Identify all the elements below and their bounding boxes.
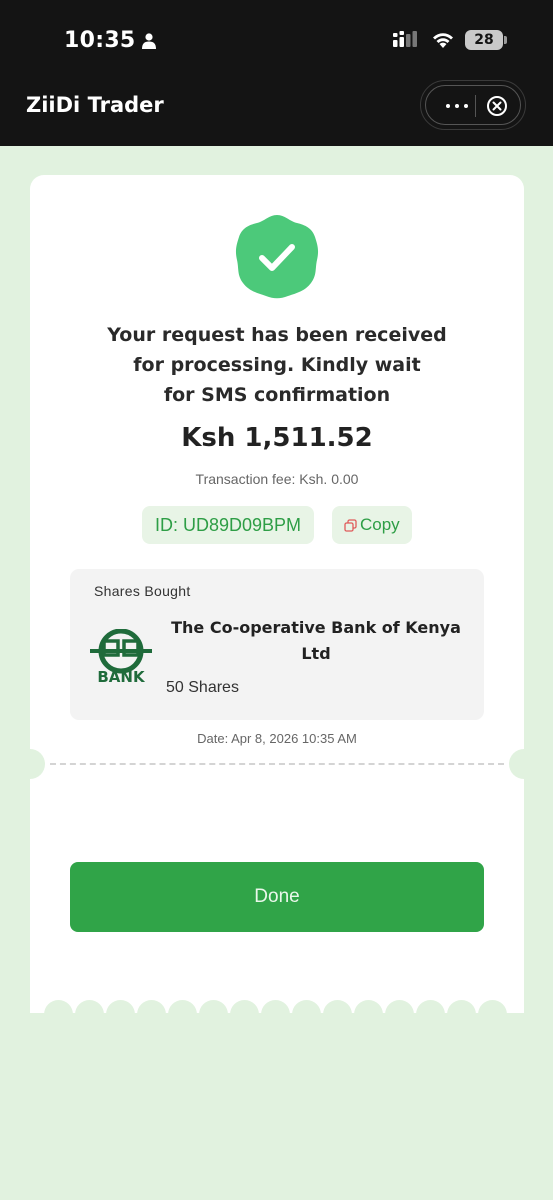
scallop-circle xyxy=(323,1000,352,1029)
status-time: 10:35 xyxy=(64,28,156,53)
done-button[interactable]: Done xyxy=(70,862,484,932)
app-header: 10:35 28 ZiiDi Trader xyxy=(0,0,553,146)
ticket-notch-left xyxy=(15,749,45,779)
scallop-circle xyxy=(261,1000,290,1029)
bank-logo-icon: BANK xyxy=(90,629,152,684)
transaction-date: Date: Apr 8, 2026 10:35 AM xyxy=(197,731,357,746)
more-options-button[interactable] xyxy=(435,93,479,119)
scallop-circle xyxy=(354,1000,383,1029)
message-line: Your request has been received xyxy=(107,324,447,346)
success-badge xyxy=(231,211,323,303)
copy-label: Copy xyxy=(360,515,400,534)
copy-icon xyxy=(344,518,357,532)
ticket-scalloped-edge xyxy=(44,1000,514,1029)
battery-level: 28 xyxy=(474,32,494,48)
scallop-circle xyxy=(168,1000,197,1029)
scallop-circle xyxy=(137,1000,166,1029)
person-icon xyxy=(141,32,156,49)
close-button[interactable] xyxy=(483,93,511,119)
cellular-signal-icon xyxy=(393,31,417,47)
ticket-divider xyxy=(50,763,504,765)
receipt-card: Your request has been received for proce… xyxy=(15,175,539,1029)
message-line: for SMS confirmation xyxy=(163,384,391,406)
bank-logo-text: BANK xyxy=(97,668,146,684)
transaction-id-badge: ID: UD89D09BPM xyxy=(142,506,315,544)
company-name: The Co-operative Bank of Kenya Ltd xyxy=(166,615,466,667)
transaction-amount: Ksh 1,511.52 xyxy=(181,423,373,453)
ticket-notch-right xyxy=(509,749,539,779)
scallop-circle xyxy=(447,1000,476,1029)
shares-section-title: Shares Bought xyxy=(94,583,191,599)
message-line: for processing. Kindly wait xyxy=(133,354,421,376)
scallop-circle xyxy=(478,1000,507,1029)
scallop-circle xyxy=(75,1000,104,1029)
scallop-circle xyxy=(292,1000,321,1029)
transaction-id-text: ID: UD89D09BPM xyxy=(155,514,302,535)
share-count: 50 Shares xyxy=(166,679,239,696)
more-dot-icon xyxy=(464,104,468,108)
more-dot-icon xyxy=(446,104,450,108)
copy-id-button[interactable]: Copy xyxy=(332,506,412,544)
transaction-fee: Transaction fee: Ksh. 0.00 xyxy=(195,471,359,487)
scallop-circle xyxy=(416,1000,445,1029)
scallop-circle xyxy=(199,1000,228,1029)
success-check-icon xyxy=(235,215,319,299)
wifi-icon xyxy=(433,33,453,48)
confirmation-message: Your request has been received for proce… xyxy=(70,320,484,410)
scallop-circle xyxy=(385,1000,414,1029)
app-title: ZiiDi Trader xyxy=(26,93,164,117)
status-icons: 28 xyxy=(393,30,507,50)
scallop-circle xyxy=(44,1000,73,1029)
status-time-text: 10:35 xyxy=(64,28,136,53)
battery-indicator: 28 xyxy=(465,30,507,50)
company-name-line: The Co-operative Bank of Kenya xyxy=(171,618,461,637)
capsule-divider xyxy=(475,95,476,117)
more-dot-icon xyxy=(455,104,459,108)
company-name-line: Ltd xyxy=(301,644,331,663)
close-circle-icon xyxy=(487,96,507,116)
scallop-circle xyxy=(106,1000,135,1029)
mini-program-capsule xyxy=(420,80,526,130)
scallop-circle xyxy=(230,1000,259,1029)
shares-bought-panel: Shares Bought BANK The Co-operative Bank… xyxy=(70,569,484,720)
